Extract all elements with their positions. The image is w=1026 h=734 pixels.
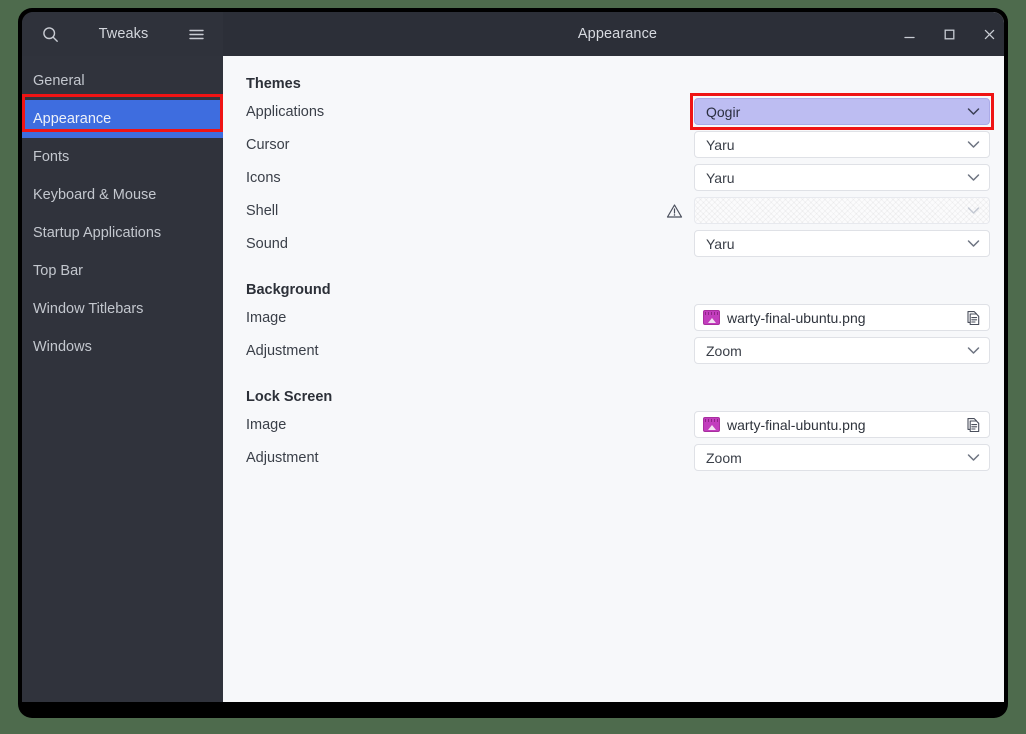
row-control: Yaru	[666, 230, 990, 257]
row-label: Applications	[246, 103, 325, 120]
icons-theme-combo[interactable]: Yaru	[694, 164, 990, 191]
sound-theme-combo[interactable]: Yaru	[694, 230, 990, 257]
hamburger-menu-icon[interactable]	[185, 22, 209, 46]
content-pane: Appearance Themes Applications Qogir Cur…	[223, 12, 1004, 702]
warning-triangle-icon	[666, 203, 683, 219]
row-lockscreen-image: Image warty-final-ubuntu.png	[246, 408, 990, 441]
row-control	[666, 197, 990, 224]
row-lockscreen-adjustment: Adjustment Zoom	[246, 441, 990, 474]
sidebar-item-fonts[interactable]: Fonts	[22, 138, 223, 176]
file-name: warty-final-ubuntu.png	[727, 416, 866, 433]
minimize-icon[interactable]	[896, 21, 922, 47]
row-label: Sound	[246, 235, 288, 252]
chevron-down-icon	[967, 173, 980, 182]
page-title: Appearance	[577, 26, 658, 42]
document-copy-icon[interactable]	[965, 417, 983, 433]
row-background-image: Image warty-final-ubuntu.png	[246, 301, 990, 334]
document-copy-icon[interactable]	[965, 310, 983, 326]
row-applications-theme: Applications Qogir	[246, 93, 994, 130]
background-adjustment-combo[interactable]: Zoom	[694, 337, 990, 364]
row-control: Yaru	[666, 131, 990, 158]
row-background-adjustment: Adjustment Zoom	[246, 334, 990, 367]
combo-value: Yaru	[706, 169, 735, 186]
row-label: Icons	[246, 169, 281, 186]
image-file-icon	[703, 417, 720, 432]
chevron-down-icon	[967, 239, 980, 248]
sidebar-item-top-bar[interactable]: Top Bar	[22, 252, 223, 290]
sidebar-item-label: Appearance	[33, 111, 112, 127]
row-label: Shell	[246, 202, 279, 219]
group-title-themes: Themes	[246, 76, 301, 92]
row-control: Zoom	[666, 337, 990, 364]
row-control: Yaru	[666, 164, 990, 191]
chevron-down-icon	[967, 346, 980, 355]
row-label: Image	[246, 416, 287, 433]
background-image-file-chooser[interactable]: warty-final-ubuntu.png	[694, 304, 990, 331]
row-control: Zoom	[666, 444, 990, 471]
maximize-icon[interactable]	[936, 21, 962, 47]
group-title-background: Background	[246, 282, 331, 298]
shell-theme-combo[interactable]	[694, 197, 990, 224]
sidebar-item-label: Keyboard & Mouse	[33, 187, 157, 203]
row-label: Adjustment	[246, 449, 319, 466]
sidebar-item-keyboard-mouse[interactable]: Keyboard & Mouse	[22, 176, 223, 214]
chevron-down-icon	[967, 107, 980, 116]
row-sound-theme: Sound Yaru	[246, 227, 990, 260]
image-file-icon	[703, 310, 720, 325]
row-shell-theme: Shell	[246, 194, 990, 227]
sidebar-item-label: Startup Applications	[33, 225, 162, 241]
settings-scroll-area[interactable]: Themes Applications Qogir Cursor Yaru Ic…	[223, 56, 1004, 588]
lockscreen-image-file-chooser[interactable]: warty-final-ubuntu.png	[694, 411, 990, 438]
chevron-down-icon	[967, 206, 980, 215]
sidebar-item-general[interactable]: General	[22, 62, 223, 100]
close-icon[interactable]	[976, 21, 1002, 47]
desktop-background: Tweaks General Appearance Fonts Keyboard…	[0, 0, 1026, 734]
row-label: Cursor	[246, 136, 290, 153]
search-icon[interactable]	[38, 22, 62, 46]
sidebar-item-label: Fonts	[33, 149, 70, 165]
sidebar-item-windows[interactable]: Windows	[22, 328, 223, 366]
sidebar-item-startup-applications[interactable]: Startup Applications	[22, 214, 223, 252]
combo-value: Zoom	[706, 342, 742, 359]
applications-theme-combo[interactable]: Qogir	[694, 98, 990, 125]
sidebar-header: Tweaks	[22, 12, 223, 56]
combo-value: Zoom	[706, 449, 742, 466]
content-bottom-filler	[223, 588, 1004, 702]
window-controls	[896, 12, 1002, 56]
tweaks-window: Tweaks General Appearance Fonts Keyboard…	[22, 12, 1004, 702]
sidebar-item-label: Windows	[33, 339, 92, 355]
row-label: Image	[246, 309, 287, 326]
row-control: warty-final-ubuntu.png	[666, 304, 990, 331]
chevron-down-icon	[967, 140, 980, 149]
cursor-theme-combo[interactable]: Yaru	[694, 131, 990, 158]
sidebar-item-label: General	[33, 73, 85, 89]
lockscreen-adjustment-combo[interactable]: Zoom	[694, 444, 990, 471]
sidebar-item-appearance[interactable]: Appearance	[22, 100, 223, 138]
row-icons-theme: Icons Yaru	[246, 161, 990, 194]
row-control: warty-final-ubuntu.png	[666, 411, 990, 438]
group-title-lock-screen: Lock Screen	[246, 389, 333, 405]
row-label: Adjustment	[246, 342, 319, 359]
combo-value: Yaru	[706, 136, 735, 153]
file-name: warty-final-ubuntu.png	[727, 309, 866, 326]
sidebar-item-list: General Appearance Fonts Keyboard & Mous…	[22, 56, 223, 702]
row-control: Qogir	[666, 93, 994, 130]
sidebar-item-label: Window Titlebars	[33, 301, 144, 317]
window-titlebar: Appearance	[223, 12, 1004, 56]
sidebar-item-window-titlebars[interactable]: Window Titlebars	[22, 290, 223, 328]
row-cursor-theme: Cursor Yaru	[246, 128, 990, 161]
combo-value: Qogir	[706, 103, 741, 120]
combo-value: Yaru	[706, 235, 735, 252]
sidebar: Tweaks General Appearance Fonts Keyboard…	[22, 12, 223, 702]
sidebar-item-label: Top Bar	[33, 263, 83, 279]
app-title: Tweaks	[98, 26, 149, 42]
chevron-down-icon	[967, 453, 980, 462]
